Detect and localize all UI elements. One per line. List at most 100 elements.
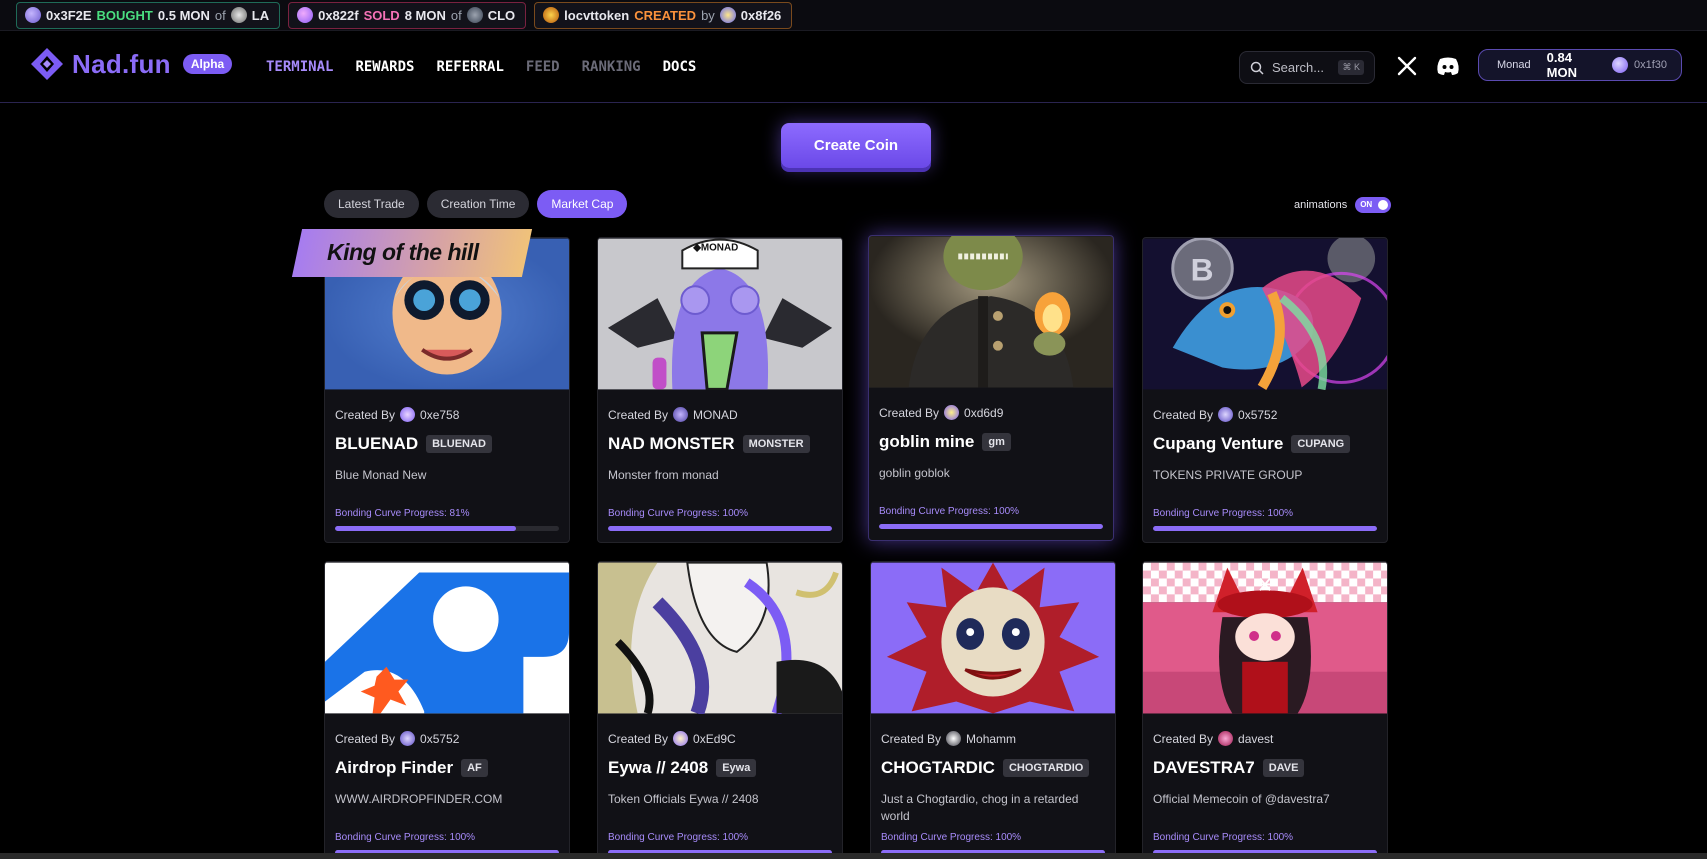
search-icon bbox=[1250, 61, 1264, 75]
token-description: Just a Chogtardio, chog in a retarded wo… bbox=[881, 792, 1079, 823]
token-card[interactable]: ◆MONAD Created By MONAD NAD MONSTER MONST… bbox=[597, 237, 843, 543]
token-card[interactable]: Created By 0xe758 BLUENAD BLUENAD Blue Mo… bbox=[324, 237, 570, 543]
token-card[interactable]: Created By 0xd6d9 goblin mine gm goblin g… bbox=[868, 235, 1114, 541]
wallet-button[interactable]: Monad 0.84 MON 0x1f30 bbox=[1478, 49, 1682, 81]
creator-info[interactable]: Created By 0xd6d9 bbox=[879, 405, 1003, 420]
token-name: CHOGTARDIC bbox=[881, 758, 995, 777]
created-by-label: Created By bbox=[335, 407, 396, 422]
nav-feed[interactable]: FEED bbox=[526, 59, 560, 75]
avatar bbox=[673, 407, 689, 422]
svg-text:◆MONAD: ◆MONAD bbox=[692, 243, 738, 254]
avatar bbox=[1611, 57, 1628, 73]
token-card[interactable]: Created By Mohamm CHOGTARDIC CHOGTARDIO J… bbox=[870, 561, 1116, 859]
sort-market-cap[interactable]: Market Cap bbox=[537, 190, 628, 218]
creator-info[interactable]: Created By 0xEd9C bbox=[608, 731, 736, 746]
creator-info[interactable]: Created By 0xe758 bbox=[335, 407, 459, 422]
avatar bbox=[297, 7, 314, 23]
token-symbol: BLUENAD bbox=[426, 435, 492, 453]
creator-address: 0xe758 bbox=[420, 407, 460, 422]
token-symbol: CUPANG bbox=[1291, 435, 1351, 453]
sort-creation-time[interactable]: Creation Time bbox=[426, 190, 530, 218]
token-card[interactable]: Created By davest DAVESTRA7 DAVE Official… bbox=[1142, 561, 1388, 859]
bonding-progress-bar bbox=[335, 526, 559, 531]
token-image bbox=[871, 562, 1115, 714]
avatar bbox=[25, 7, 41, 23]
bonding-progress-bar bbox=[879, 524, 1103, 529]
bonding-progress-label: Bonding Curve Progress: 100% bbox=[881, 832, 1022, 843]
avatar bbox=[1218, 407, 1234, 422]
creator-address: 0xd6d9 bbox=[964, 405, 1004, 420]
token-name: NAD MONSTER bbox=[608, 434, 735, 453]
sort-latest-trade[interactable]: Latest Trade bbox=[324, 190, 419, 218]
creator-info[interactable]: Created By Mohamm bbox=[881, 731, 1016, 746]
nav-docs[interactable]: DOCS bbox=[663, 59, 697, 75]
token-symbol: AF bbox=[461, 759, 488, 777]
nav-terminal[interactable]: TERMINAL bbox=[266, 59, 333, 75]
sort-tabs: Latest Trade Creation Time Market Cap bbox=[324, 190, 628, 218]
nav-ranking[interactable]: RANKING bbox=[582, 59, 641, 75]
avatar bbox=[400, 407, 416, 422]
avatar bbox=[466, 7, 483, 23]
king-of-the-hill-banner: King of the hill bbox=[291, 229, 533, 277]
trade-ticker: 0x3F2E BOUGHT 0.5 MON of LA 0x822f SOLD … bbox=[0, 0, 1707, 31]
token-card[interactable]: Created By 0xEd9C Eywa // 2408 Eywa Token… bbox=[597, 561, 843, 859]
creator-info[interactable]: Created By MONAD bbox=[608, 407, 738, 422]
token-name: BLUENAD bbox=[335, 434, 419, 453]
avatar bbox=[944, 405, 960, 420]
avatar bbox=[719, 7, 736, 23]
created-by-label: Created By bbox=[1153, 407, 1214, 422]
ticker-prep: of bbox=[214, 7, 226, 23]
search-placeholder: Search... bbox=[1272, 60, 1325, 75]
token-name: Eywa // 2408 bbox=[608, 758, 709, 777]
top-nav: Nad.fun Alpha TERMINAL REWARDS REFERRAL … bbox=[0, 31, 1707, 103]
x-twitter-icon[interactable] bbox=[1396, 55, 1418, 77]
token-name: Cupang Venture bbox=[1153, 434, 1284, 453]
bonding-progress-label: Bonding Curve Progress: 100% bbox=[879, 506, 1020, 517]
ticker-item[interactable]: 0x822f SOLD 8 MON of CLO bbox=[288, 1, 527, 29]
token-card[interactable]: Created By 0x5752 Airdrop Finder AF WWW.A… bbox=[324, 561, 570, 859]
nav-referral[interactable]: REFERRAL bbox=[436, 59, 503, 75]
creator-info[interactable]: Created By davest bbox=[1153, 731, 1273, 746]
token-name: goblin mine bbox=[879, 432, 975, 451]
creator-address: MONAD bbox=[693, 407, 738, 422]
ticker-action: CREATED bbox=[634, 7, 697, 23]
created-by-label: Created By bbox=[879, 405, 940, 420]
svg-text:B: B bbox=[1191, 251, 1214, 287]
ticker-user: 0x822f bbox=[318, 7, 359, 23]
creator-address: 0x5752 bbox=[1238, 407, 1278, 422]
brand-logo[interactable]: Nad.fun Alpha bbox=[30, 47, 233, 81]
ticker-prep: by bbox=[701, 7, 715, 23]
ticker-item[interactable]: 0x3F2E BOUGHT 0.5 MON of LA bbox=[16, 1, 281, 29]
creator-address: 0x5752 bbox=[420, 731, 460, 746]
animations-control: animations ON bbox=[1294, 197, 1392, 213]
creator-info[interactable]: Created By 0x5752 bbox=[335, 731, 459, 746]
search-box[interactable]: Search... ⌘ K bbox=[1239, 51, 1375, 84]
ticker-token: 0x8f26 bbox=[740, 7, 782, 23]
nav-rewards[interactable]: REWARDS bbox=[355, 59, 414, 75]
ticker-token: CLO bbox=[487, 7, 516, 23]
avatar bbox=[673, 731, 689, 746]
token-symbol: CHOGTARDIO bbox=[1002, 759, 1090, 777]
ticker-prep: of bbox=[450, 7, 462, 23]
ticker-item[interactable]: locvttoken CREATED by 0x8f26 bbox=[534, 1, 793, 29]
creator-address: 0xEd9C bbox=[693, 731, 736, 746]
nad-logo-icon bbox=[31, 48, 63, 80]
create-coin-button[interactable]: Create Coin bbox=[781, 123, 931, 168]
token-image: ◆MONAD bbox=[598, 238, 842, 391]
creator-info[interactable]: Created By 0x5752 bbox=[1153, 407, 1277, 422]
search-shortcut: ⌘ K bbox=[1338, 60, 1364, 75]
animations-toggle[interactable]: ON bbox=[1355, 197, 1392, 213]
token-description: Token Officials Eywa // 2408 bbox=[608, 792, 759, 806]
avatar bbox=[946, 731, 962, 746]
ticker-token: LA bbox=[251, 7, 270, 23]
bonding-progress-bar bbox=[608, 526, 832, 531]
main-menu: TERMINAL REWARDS REFERRAL FEED RANKING D… bbox=[266, 59, 696, 75]
avatar bbox=[1218, 731, 1234, 746]
wallet-network: Monad bbox=[1497, 59, 1531, 71]
bonding-progress-label: Bonding Curve Progress: 100% bbox=[335, 832, 476, 843]
bonding-progress-label: Bonding Curve Progress: 81% bbox=[335, 508, 470, 519]
token-card[interactable]: B Created By 0x5752 Cupang Venture CUPANG… bbox=[1142, 237, 1388, 543]
created-by-label: Created By bbox=[608, 407, 669, 422]
discord-icon[interactable] bbox=[1436, 56, 1460, 76]
ticker-user: 0x3F2E bbox=[46, 7, 92, 23]
